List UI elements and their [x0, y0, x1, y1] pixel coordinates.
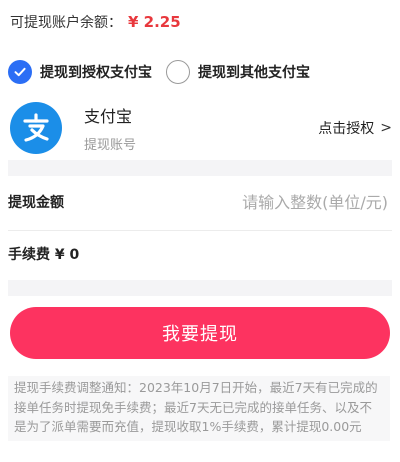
- option-authorized-alipay[interactable]: 提现到授权支付宝: [8, 60, 152, 84]
- radio-empty-icon[interactable]: [166, 60, 190, 84]
- authorize-label: 点击授权: [318, 121, 375, 137]
- section-divider: [8, 160, 392, 176]
- account-subtitle: 提现账号: [84, 138, 137, 153]
- row-divider: [8, 230, 392, 231]
- authorize-link[interactable]: 点击授权 >: [318, 118, 392, 138]
- section-divider: [8, 280, 392, 296]
- withdraw-amount-label: 提现金额: [8, 195, 64, 211]
- fee-label: 手续费 ¥ 0: [8, 247, 80, 263]
- alipay-account-card[interactable]: 支付宝 提现账号 点击授权 >: [8, 100, 392, 156]
- balance-amount: ¥ 2.25: [128, 13, 181, 31]
- withdraw-target-options: 提现到授权支付宝 提现到其他支付宝: [8, 58, 392, 86]
- account-text: 支付宝 提现账号: [84, 103, 136, 153]
- alipay-logo-icon: [10, 102, 62, 154]
- option-other-alipay-label: 提现到其他支付宝: [198, 65, 310, 81]
- balance-label: 可提现账户余额：: [10, 15, 122, 31]
- balance-row: 可提现账户余额： ¥ 2.25: [10, 12, 181, 32]
- withdraw-amount-input[interactable]: [146, 186, 390, 218]
- withdraw-amount-row: 提现金额: [8, 184, 392, 220]
- account-name: 支付宝: [84, 107, 133, 126]
- option-other-alipay[interactable]: 提现到其他支付宝: [166, 60, 310, 84]
- chevron-right-icon: >: [380, 120, 392, 136]
- check-circle-icon[interactable]: [8, 60, 32, 84]
- option-authorized-alipay-label: 提现到授权支付宝: [40, 65, 152, 81]
- withdraw-button[interactable]: 我要提现: [10, 307, 390, 359]
- fee-notice: 提现手续费调整通知：2023年10月7日开始，最近7天有已完成的接单任务时提现免…: [8, 376, 390, 441]
